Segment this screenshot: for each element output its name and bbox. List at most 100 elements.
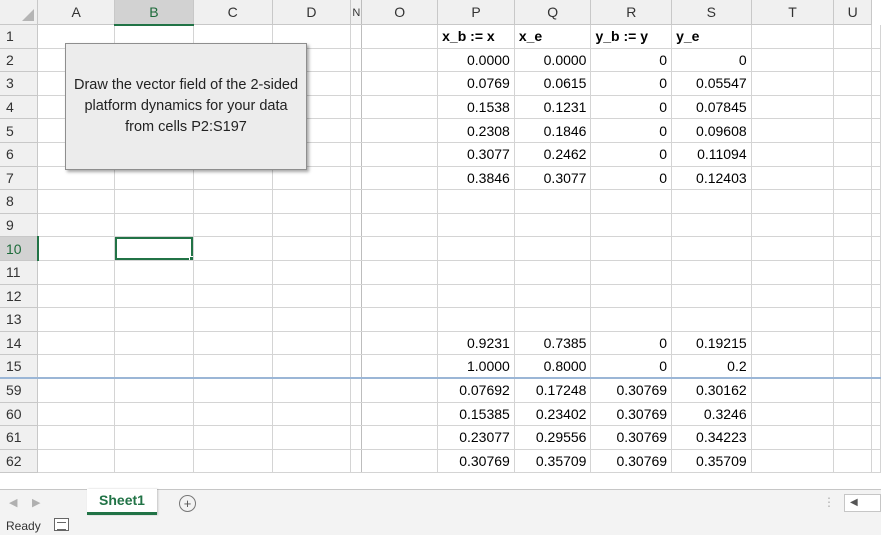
cell-O8[interactable] <box>361 189 439 214</box>
cell-C15[interactable] <box>193 354 273 379</box>
cell-B11[interactable] <box>114 260 194 285</box>
cell-P1[interactable]: x_b := x <box>437 24 515 49</box>
cell-Q7[interactable]: 0.3077 <box>514 166 592 191</box>
prev-sheet-icon[interactable]: ◀ <box>9 496 17 509</box>
cell-B12[interactable] <box>114 284 194 309</box>
cell-V12[interactable] <box>871 284 881 309</box>
cell-O14[interactable] <box>361 331 439 356</box>
row-header[interactable]: 2 <box>0 48 39 73</box>
column-header-C[interactable]: C <box>193 0 273 25</box>
cell-V7[interactable] <box>871 166 881 191</box>
cell-P61[interactable]: 0.23077 <box>437 425 515 450</box>
cell-Q4[interactable]: 0.1231 <box>514 95 592 120</box>
row-header[interactable]: 61 <box>0 425 39 450</box>
cell-Q9[interactable] <box>514 213 592 238</box>
cell-D12[interactable] <box>272 284 352 309</box>
row-header[interactable]: 15 <box>0 354 39 379</box>
cell-V8[interactable] <box>871 189 881 214</box>
cell-Q5[interactable]: 0.1846 <box>514 118 592 143</box>
cell-S62[interactable]: 0.35709 <box>671 449 752 474</box>
cell-U12[interactable] <box>833 284 872 309</box>
cell-U3[interactable] <box>833 71 872 96</box>
cell-V5[interactable] <box>871 118 881 143</box>
cell-Q6[interactable]: 0.2462 <box>514 142 592 167</box>
cell-P15[interactable]: 1.0000 <box>437 354 515 379</box>
cell-P60[interactable]: 0.15385 <box>437 402 515 427</box>
cell-O13[interactable] <box>361 307 439 332</box>
cell-Q3[interactable]: 0.0615 <box>514 71 592 96</box>
cell-U6[interactable] <box>833 142 872 167</box>
cell-R7[interactable]: 0 <box>590 166 673 191</box>
cell-D13[interactable] <box>272 307 352 332</box>
cell-O4[interactable] <box>361 95 439 120</box>
next-sheet-icon[interactable]: ▶ <box>32 496 40 509</box>
cell-P2[interactable]: 0.0000 <box>437 48 515 73</box>
cell-B8[interactable] <box>114 189 194 214</box>
cell-S7[interactable]: 0.12403 <box>671 166 752 191</box>
cell-U61[interactable] <box>833 425 872 450</box>
cell-D9[interactable] <box>272 213 352 238</box>
cell-T61[interactable] <box>751 425 835 450</box>
column-header-N[interactable]: N <box>350 0 363 25</box>
cell-O10[interactable] <box>361 236 439 261</box>
tab-split-handle-icon[interactable]: ⋮ <box>823 495 835 509</box>
cell-V3[interactable] <box>871 71 881 96</box>
cell-S9[interactable] <box>671 213 752 238</box>
cell-T10[interactable] <box>751 236 835 261</box>
cell-T12[interactable] <box>751 284 835 309</box>
cell-B10[interactable] <box>114 236 194 261</box>
cell-P6[interactable]: 0.3077 <box>437 142 515 167</box>
cell-Q61[interactable]: 0.29556 <box>514 425 592 450</box>
cell-C61[interactable] <box>193 425 273 450</box>
cell-A61[interactable] <box>37 425 116 450</box>
cell-P8[interactable] <box>437 189 515 214</box>
fill-handle[interactable] <box>188 255 193 260</box>
cell-S60[interactable]: 0.3246 <box>671 402 752 427</box>
cell-A9[interactable] <box>37 213 116 238</box>
sheet-tab-sheet1[interactable]: Sheet1 <box>87 489 157 515</box>
cell-T1[interactable] <box>751 24 835 49</box>
cell-B59[interactable] <box>114 377 194 403</box>
column-header-Q[interactable]: Q <box>514 0 592 25</box>
cell-B9[interactable] <box>114 213 194 238</box>
cell-O11[interactable] <box>361 260 439 285</box>
cell-T5[interactable] <box>751 118 835 143</box>
cell-C8[interactable] <box>193 189 273 214</box>
cell-V9[interactable] <box>871 213 881 238</box>
cell-S2[interactable]: 0 <box>671 48 752 73</box>
cell-V62[interactable] <box>871 449 881 474</box>
cell-Q2[interactable]: 0.0000 <box>514 48 592 73</box>
cell-V4[interactable] <box>871 95 881 120</box>
cell-R8[interactable] <box>590 189 673 214</box>
cell-U8[interactable] <box>833 189 872 214</box>
cell-O6[interactable] <box>361 142 439 167</box>
cell-U13[interactable] <box>833 307 872 332</box>
cell-C11[interactable] <box>193 260 273 285</box>
cell-A13[interactable] <box>37 307 116 332</box>
cell-U10[interactable] <box>833 236 872 261</box>
cell-R10[interactable] <box>590 236 673 261</box>
cell-T14[interactable] <box>751 331 835 356</box>
row-header[interactable]: 4 <box>0 95 39 120</box>
cell-P7[interactable]: 0.3846 <box>437 166 515 191</box>
cell-A10[interactable] <box>37 236 116 261</box>
cell-C10[interactable] <box>193 236 273 261</box>
cell-R61[interactable]: 0.30769 <box>590 425 673 450</box>
cell-R2[interactable]: 0 <box>590 48 673 73</box>
cell-R12[interactable] <box>590 284 673 309</box>
row-header[interactable]: 1 <box>0 24 39 49</box>
row-header[interactable]: 6 <box>0 142 39 167</box>
cell-P5[interactable]: 0.2308 <box>437 118 515 143</box>
cell-O61[interactable] <box>361 425 439 450</box>
cell-U2[interactable] <box>833 48 872 73</box>
cell-V14[interactable] <box>871 331 881 356</box>
cell-S8[interactable] <box>671 189 752 214</box>
row-header[interactable]: 59 <box>0 377 39 403</box>
cell-V13[interactable] <box>871 307 881 332</box>
cell-T2[interactable] <box>751 48 835 73</box>
cell-S12[interactable] <box>671 284 752 309</box>
cell-A8[interactable] <box>37 189 116 214</box>
cell-P4[interactable]: 0.1538 <box>437 95 515 120</box>
cell-T59[interactable] <box>751 377 835 403</box>
cell-P59[interactable]: 0.07692 <box>437 377 515 403</box>
